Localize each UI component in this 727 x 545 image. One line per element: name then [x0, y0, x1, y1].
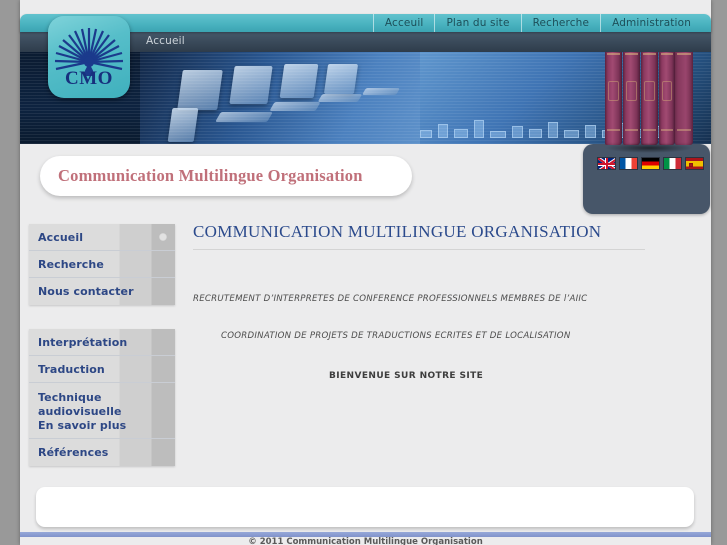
sidebar-item-recherche[interactable]: Recherche — [29, 251, 175, 278]
sidebar-item-references[interactable]: Références — [29, 439, 175, 466]
sidebar-menu-services: Interprétation Traduction Technique audi… — [29, 329, 175, 466]
sidebar-item-label-line2: audiovisuelle — [38, 405, 122, 418]
breadcrumb-current: Accueil — [146, 35, 185, 47]
book-decoration — [644, 81, 655, 101]
sidebar-menu-primary: Accueil Recherche Nous contacter — [29, 224, 175, 305]
top-nav-items: Acceuil Plan du site Recherche Administr… — [372, 14, 705, 32]
sidebar-item-technique-audiovisuelle[interactable]: Technique audiovisuelle En savoir plus — [29, 383, 175, 439]
book-spine — [641, 41, 658, 145]
sidebar-item-label: Recherche — [38, 257, 104, 271]
book-spine — [623, 41, 640, 145]
logo-text: CMO — [65, 68, 113, 89]
sidebar: Accueil Recherche Nous contacter Interpr… — [29, 224, 175, 466]
site-title: Communication Multilingue Organisation — [58, 166, 363, 185]
sidebar-item-label: Interprétation — [38, 335, 128, 349]
flag-es-icon[interactable] — [685, 157, 704, 170]
intro-paragraph-2: COORDINATION DE PROJETS DE TRADUCTIONS E… — [221, 331, 571, 341]
sidebar-item-label: Accueil — [38, 230, 84, 244]
sidebar-item-label: Traduction — [38, 362, 105, 376]
flag-de-icon[interactable] — [641, 157, 660, 170]
book-decoration — [626, 81, 637, 101]
book-cover — [675, 41, 693, 145]
sidebar-item-label-line1: Technique — [38, 391, 102, 404]
sidebar-item-traduction[interactable]: Traduction — [29, 356, 175, 383]
sidebar-item-interpretation[interactable]: Interprétation — [29, 329, 175, 356]
book-decoration — [662, 81, 672, 101]
bottom-content-box — [36, 487, 694, 527]
main-content: COMMUNICATION MULTILINGUE ORGANISATION R… — [193, 222, 645, 381]
sidebar-item-label-line3: En savoir plus — [38, 419, 127, 432]
sidebar-item-label: Références — [38, 446, 109, 459]
language-flags — [597, 157, 704, 170]
book-spine — [659, 41, 675, 145]
active-bullet-icon — [159, 233, 167, 241]
book-decoration — [608, 81, 619, 101]
book-spine — [605, 41, 622, 145]
flag-it-icon[interactable] — [663, 157, 682, 170]
footer-copyright: © 2011 Communication Multilingue Organis… — [248, 537, 483, 545]
books-image — [605, 41, 693, 153]
cmo-logo[interactable]: CMO — [48, 16, 130, 98]
sidebar-item-label: Nous contacter — [38, 285, 134, 298]
welcome-text: BIENVENUE SUR NOTRE SITE — [329, 371, 484, 381]
sidebar-item-nous-contacter[interactable]: Nous contacter — [29, 278, 175, 305]
topnav-plan-du-site[interactable]: Plan du site — [434, 14, 520, 32]
site-title-plaque: Communication Multilingue Organisation — [40, 156, 412, 196]
language-panel — [583, 144, 710, 214]
page-title: COMMUNICATION MULTILINGUE ORGANISATION — [193, 222, 645, 250]
topnav-administration[interactable]: Administration — [600, 14, 705, 32]
intro-paragraph-1: RECRUTEMENT D’INTERPRETES DE CONFERENCE … — [193, 294, 588, 304]
sidebar-item-accueil[interactable]: Accueil — [29, 224, 175, 251]
flag-en-icon[interactable] — [597, 157, 616, 170]
flag-fr-icon[interactable] — [619, 157, 638, 170]
page-root: Acceuil Plan du site Recherche Administr… — [0, 0, 727, 545]
topnav-recherche[interactable]: Recherche — [520, 14, 601, 32]
topnav-acceuil[interactable]: Acceuil — [372, 14, 435, 32]
books-shadow — [605, 143, 693, 153]
